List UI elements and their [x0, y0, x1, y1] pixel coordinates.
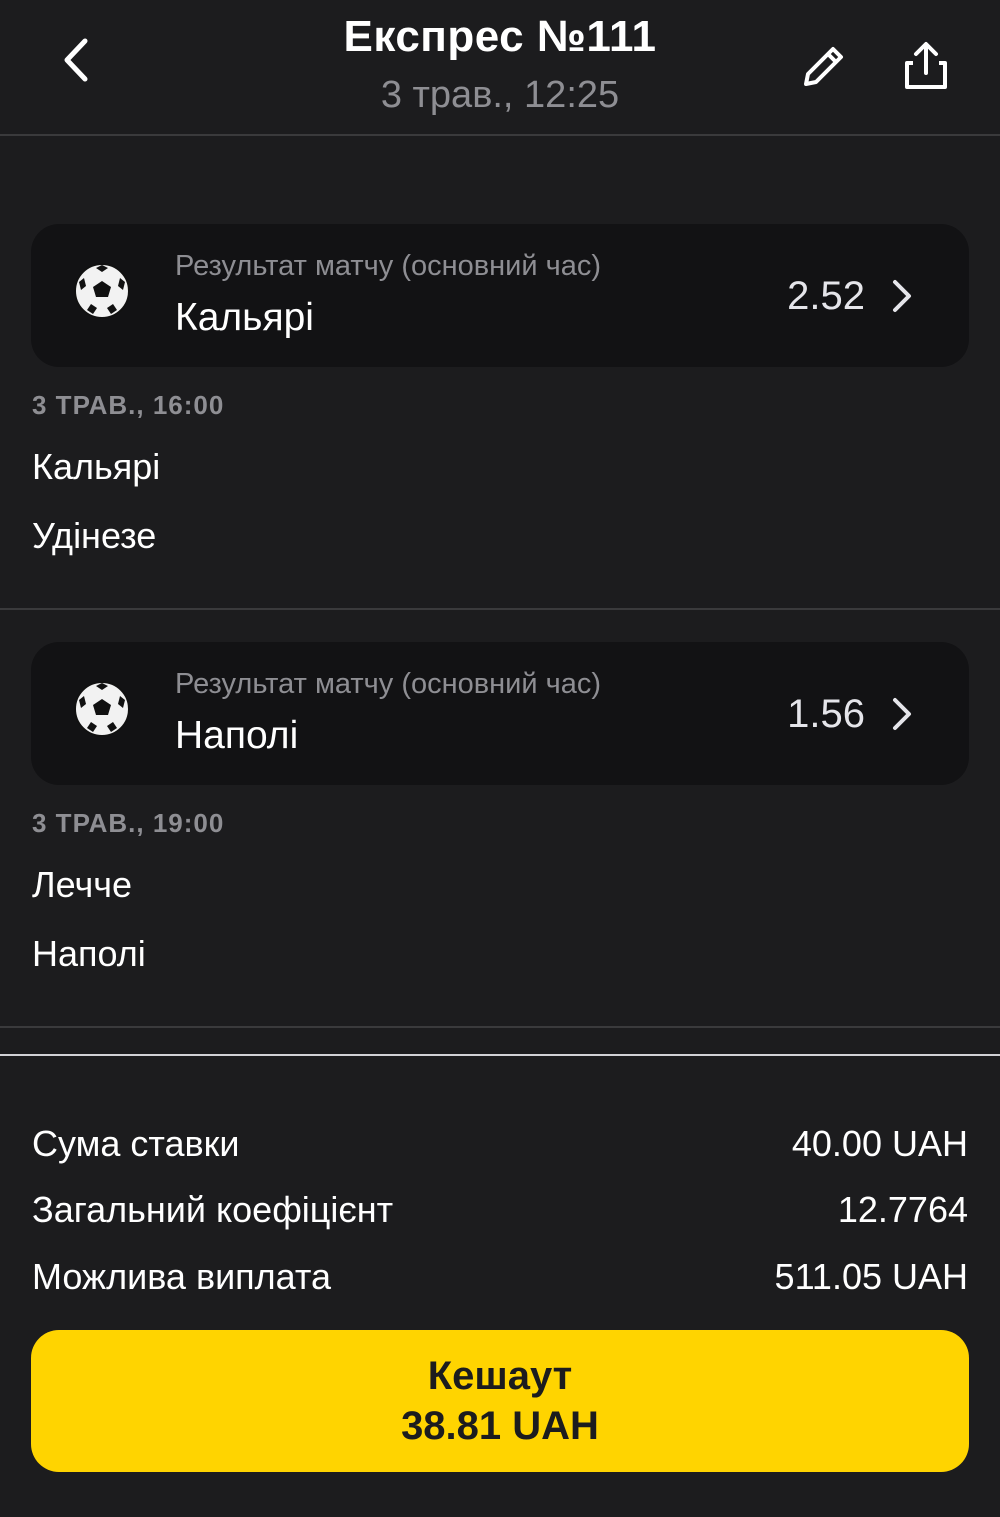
bet-market: Результат матчу (основний час) — [175, 250, 602, 282]
bet-selection: Наполі — [175, 714, 299, 757]
cashout-button[interactable]: Кешаут 38.81 UAH — [31, 1330, 969, 1472]
edit-button[interactable] — [796, 38, 852, 94]
chevron-right-icon — [893, 280, 911, 312]
stake-row: Сума ставки 40.00 UAH — [32, 1123, 968, 1173]
share-button[interactable] — [896, 36, 956, 96]
total-odds-row: Загальний коефіцієнт 12.7764 — [32, 1189, 968, 1239]
cashout-label: Кешаут — [427, 1354, 573, 1398]
cashout-amount: 38.81 UAH — [401, 1404, 599, 1448]
bet-selection: Кальярі — [175, 296, 314, 339]
bet-card[interactable]: Результат матчу (основний час) Наполі 1.… — [31, 642, 969, 785]
chevron-left-icon — [64, 38, 88, 82]
stake-value: 40.00 UAH — [791, 1123, 968, 1164]
chevron-right-icon — [893, 698, 911, 730]
bet-details-screen: Експрес №111 3 трав., 12:25 Результат ма… — [0, 0, 1000, 1517]
total-odds-label: Загальний коефіцієнт — [32, 1189, 394, 1230]
summary-divider — [0, 1054, 1000, 1056]
header: Експрес №111 3 трав., 12:25 — [0, 0, 1000, 136]
divider — [0, 608, 1000, 610]
stake-label: Сума ставки — [32, 1123, 240, 1164]
team-away: Наполі — [32, 933, 146, 974]
team-away: Удінезе — [32, 515, 157, 556]
team-home: Лечче — [32, 864, 132, 905]
match-time: 3 ТРАВ., 16:00 — [32, 390, 225, 420]
share-icon — [905, 42, 947, 89]
page-subtitle: 3 трав., 12:25 — [380, 74, 620, 116]
divider — [0, 1026, 1000, 1028]
bet-market: Результат матчу (основний час) — [175, 668, 602, 700]
soccer-ball-icon — [74, 681, 130, 737]
soccer-ball-icon — [74, 263, 130, 319]
bet-odds: 1.56 — [787, 692, 865, 736]
pencil-icon — [804, 47, 843, 86]
bet-odds: 2.52 — [787, 274, 865, 318]
payout-label: Можлива виплата — [32, 1256, 332, 1297]
page-title: Експрес №111 — [343, 12, 657, 61]
back-button[interactable] — [48, 30, 104, 90]
match-time: 3 ТРАВ., 19:00 — [32, 808, 225, 838]
payout-value: 511.05 UAH — [774, 1256, 968, 1297]
total-odds-value: 12.7764 — [837, 1189, 968, 1230]
bet-card[interactable]: Результат матчу (основний час) Кальярі 2… — [31, 224, 969, 367]
payout-row: Можлива виплата 511.05 UAH — [32, 1256, 968, 1306]
team-home: Кальярі — [32, 446, 161, 487]
